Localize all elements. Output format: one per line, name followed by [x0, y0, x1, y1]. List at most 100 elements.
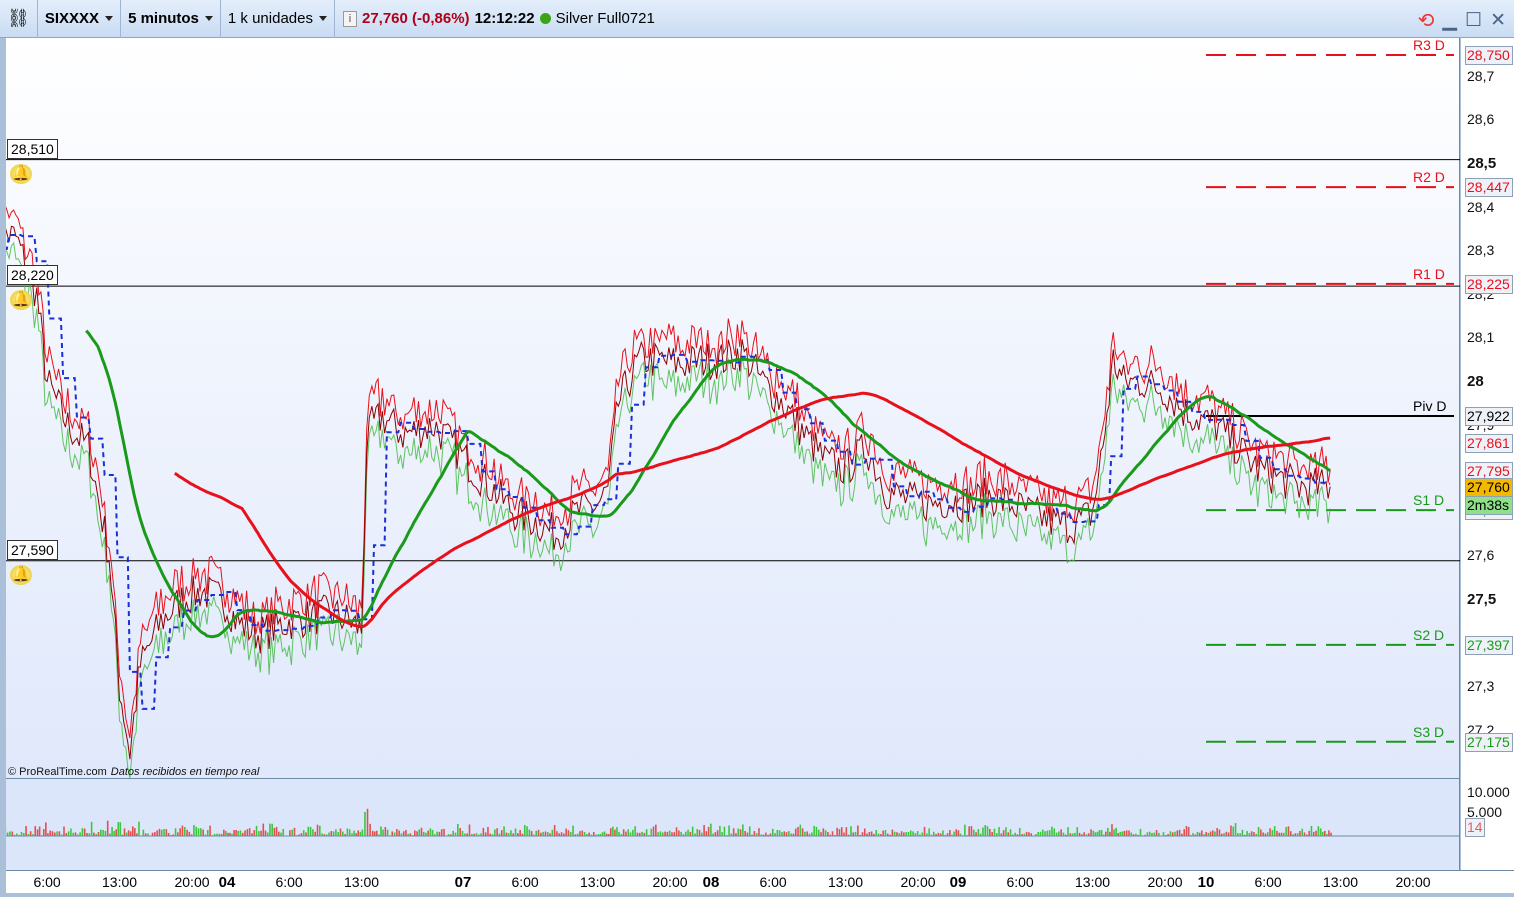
volume-bar: [905, 832, 907, 836]
volume-bar: [1243, 834, 1246, 836]
volume-bar: [125, 832, 128, 836]
volume-bar: [309, 826, 312, 836]
volume-bar: [581, 830, 584, 836]
volume-bar: [49, 830, 51, 836]
volume-bar: [480, 833, 482, 836]
price-axis[interactable]: 28,728,628,528,428,328,228,12827,927,627…: [1461, 38, 1514, 870]
bell-icon[interactable]: 🔔: [10, 564, 32, 585]
volume-bar: [328, 832, 330, 836]
volume-bar: [884, 830, 887, 836]
maximize-icon[interactable]: ☐: [1465, 9, 1482, 32]
volume-bar: [771, 828, 774, 836]
scrollbar[interactable]: [0, 893, 1514, 897]
info-icon[interactable]: i: [342, 10, 357, 27]
volume-bar: [373, 831, 376, 836]
bell-icon[interactable]: 🔔: [10, 290, 32, 311]
volume-bar: [167, 833, 170, 836]
volume-bar: [1137, 834, 1139, 836]
price-tick: 28,6: [1467, 111, 1495, 128]
pivot-label: R2 D: [1413, 169, 1445, 186]
volume-bar: [732, 828, 735, 836]
volume-bar: [512, 833, 515, 836]
volume-bar: [321, 833, 323, 836]
time-tick: 13:00: [102, 874, 138, 890]
volume-bar: [1273, 826, 1276, 836]
volume-bar: [1092, 830, 1095, 836]
alert-price-label[interactable]: 28,510: [7, 138, 58, 159]
volume-bar: [827, 832, 829, 836]
volume-bar: [739, 829, 742, 836]
volume-bar: [514, 828, 517, 836]
volume-bar: [1262, 832, 1264, 836]
volume-bar: [246, 829, 249, 836]
volume-bar: [755, 833, 758, 836]
volume-bar: [968, 826, 970, 836]
volume-bar: [1096, 831, 1099, 836]
volume-plot: [6, 808, 1460, 837]
volume-bar: [123, 828, 126, 836]
alert-price-label[interactable]: 28,220: [7, 265, 58, 286]
volume-bar: [1162, 832, 1165, 836]
volume-bar: [517, 833, 519, 836]
volume-bar: [307, 826, 310, 836]
volume-bar: [1237, 833, 1239, 836]
volume-bar: [1310, 825, 1313, 836]
volume-bar: [714, 832, 717, 836]
volume-panel[interactable]: [6, 778, 1460, 870]
volume-bar: [355, 833, 357, 836]
volume-bar: [939, 833, 942, 836]
pivot-label: S3 D: [1413, 723, 1445, 740]
time-axis[interactable]: 6:00 13:00 20:00 04 6:00 13:00 07 6:00 13:00 20:0…: [6, 870, 1514, 893]
volume-bar: [138, 821, 140, 836]
volume-bar: [949, 830, 951, 836]
credit-note: Datos recibidos en tiempo real: [110, 766, 260, 778]
volume-bar: [127, 830, 130, 836]
volume-bar: [875, 829, 878, 836]
volume-bar: [420, 827, 423, 836]
volume-bar: [1328, 830, 1330, 836]
volume-bar: [873, 833, 875, 836]
volume-bar: [156, 830, 158, 836]
volume-bar: [595, 834, 597, 836]
price-chart[interactable]: 28,510 🔔 28,220 🔔 27,590 🔔 R3 D R2 D R1 D Piv D S1…: [6, 37, 1460, 778]
volume-bar: [824, 830, 827, 836]
volume-bar: [369, 823, 371, 836]
volume-bar: [1064, 834, 1067, 836]
bell-icon[interactable]: 🔔: [10, 163, 32, 184]
volume-bar: [953, 831, 955, 836]
account-label: Silver Full0721: [555, 10, 655, 27]
volume-bar: [648, 835, 650, 836]
volume-bar: [1308, 830, 1310, 836]
volume-bar: [1211, 830, 1214, 836]
time-tick: 04: [218, 874, 236, 891]
volume-bar: [959, 833, 962, 836]
volume-bar: [1146, 832, 1149, 836]
volume-bar: [1094, 832, 1097, 836]
volume-bar: [1296, 833, 1299, 836]
timeframe-dropdown[interactable]: 5 minutos: [121, 0, 221, 38]
volume-bar: [1223, 833, 1225, 836]
volume-bar: [586, 833, 588, 836]
volume-bar: [339, 828, 342, 836]
volume-bar: [241, 832, 244, 836]
refresh-icon[interactable]: ⟲: [1418, 8, 1435, 33]
volume-bar: [760, 834, 763, 836]
volume-bar: [93, 832, 95, 836]
volume-bar: [719, 825, 721, 836]
volume-bar: [544, 831, 547, 836]
volume-bar: [1113, 829, 1115, 836]
volume-bar: [1135, 833, 1137, 836]
volume-bar: [1319, 828, 1322, 836]
units-dropdown[interactable]: 1 k unidades: [221, 0, 335, 38]
time-tick: 10: [1197, 874, 1215, 891]
volume-bar: [211, 835, 214, 836]
volume-bar: [1198, 832, 1201, 836]
alert-price-label[interactable]: 27,590: [7, 539, 58, 560]
volume-bar: [181, 825, 184, 836]
close-icon[interactable]: ✕: [1490, 9, 1506, 32]
volume-bar: [13, 834, 16, 836]
symbol-dropdown[interactable]: SIXXXX: [38, 0, 122, 38]
minimize-icon[interactable]: ▁: [1442, 9, 1457, 32]
link-button[interactable]: ⛓: [0, 0, 38, 38]
volume-bar: [188, 831, 191, 836]
